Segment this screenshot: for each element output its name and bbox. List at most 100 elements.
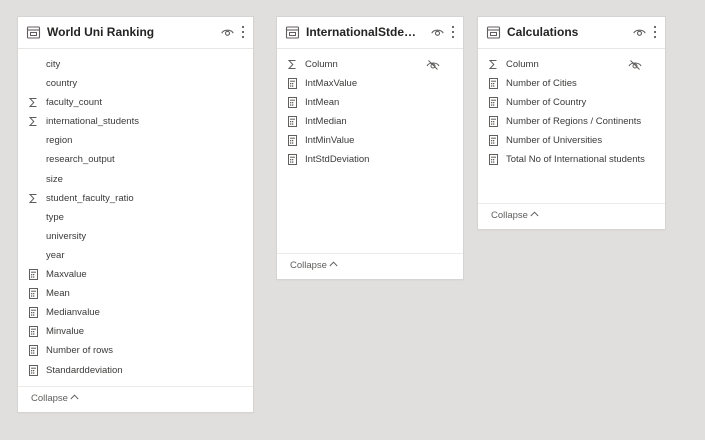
- field-item[interactable]: Column: [478, 56, 665, 75]
- more-options-icon[interactable]: [652, 25, 658, 39]
- chevron-up-icon: [70, 394, 79, 400]
- collapse-button[interactable]: Collapse: [290, 260, 338, 271]
- measure-item[interactable]: Standarddeviation: [18, 362, 253, 381]
- calculator-icon: [489, 135, 498, 147]
- calculator-icon: [288, 78, 297, 90]
- field-item[interactable]: Column: [277, 56, 463, 75]
- more-options-icon[interactable]: [450, 25, 456, 39]
- field-item[interactable]: type: [18, 209, 253, 228]
- table-title: World Uni Ranking: [47, 25, 155, 39]
- field-item[interactable]: size: [18, 171, 253, 190]
- calculator-icon: [29, 307, 38, 319]
- field-item[interactable]: faculty_count: [18, 94, 253, 113]
- card-footer: Collapse: [277, 253, 463, 279]
- field-label: Column: [305, 59, 338, 70]
- calculator-icon: [29, 288, 38, 300]
- field-label: Number of Cities: [506, 78, 577, 90]
- measure-item[interactable]: IntMean: [277, 94, 463, 113]
- field-label: student_faculty_ratio: [46, 192, 134, 204]
- calculator-icon: [29, 269, 38, 281]
- field-label: Column: [506, 59, 539, 70]
- measure-item[interactable]: Maxvalue: [18, 266, 253, 285]
- collapse-button[interactable]: Collapse: [491, 210, 539, 221]
- eye-icon[interactable]: [221, 27, 234, 37]
- eye-icon[interactable]: [431, 27, 444, 37]
- field-label: international_students: [46, 116, 139, 128]
- field-label: Number of Universities: [506, 135, 603, 147]
- collapse-button[interactable]: Collapse: [31, 393, 79, 404]
- field-label: type: [46, 211, 64, 223]
- field-label: university: [46, 230, 87, 242]
- sigma-icon: [28, 117, 37, 127]
- field-item[interactable]: international_students: [18, 113, 253, 132]
- field-item[interactable]: research_output: [18, 151, 253, 170]
- measure-item[interactable]: IntStdDeviation: [277, 151, 463, 170]
- table-card-international-students-stats[interactable]: InternationalStdentsStats Column IntMaxV…: [277, 17, 463, 279]
- field-label: Number of Regions / Continents: [506, 116, 642, 128]
- measure-item[interactable]: IntMaxValue: [277, 75, 463, 94]
- field-item[interactable]: region: [18, 132, 253, 151]
- table-card-calculations[interactable]: Calculations Column Number of Cities Num…: [478, 17, 665, 229]
- field-label: IntMinValue: [305, 135, 355, 147]
- field-label: Maxvalue: [46, 269, 87, 281]
- field-label: Total No of International students: [506, 154, 645, 166]
- calculator-icon: [489, 116, 498, 128]
- more-options-icon[interactable]: [240, 25, 246, 39]
- table-icon: [486, 26, 501, 39]
- field-item[interactable]: year: [18, 247, 253, 266]
- field-label: Minvalue: [46, 326, 85, 338]
- field-list: city country faculty_count international…: [18, 56, 253, 381]
- table-card-world-uni-ranking[interactable]: World Uni Ranking city country faculty_c…: [18, 17, 253, 412]
- measure-item[interactable]: Number of Cities: [478, 75, 665, 94]
- measure-item[interactable]: Number of Regions / Continents: [478, 113, 665, 132]
- eye-icon[interactable]: [633, 27, 646, 37]
- field-list: Column IntMaxValue IntMean IntMedian Int…: [277, 56, 463, 171]
- measure-item[interactable]: IntMedian: [277, 113, 463, 132]
- eye-off-icon[interactable]: [426, 59, 440, 71]
- calculator-icon: [288, 116, 297, 128]
- field-item[interactable]: city: [18, 56, 253, 75]
- measure-item[interactable]: IntMinValue: [277, 132, 463, 151]
- measure-item[interactable]: Total No of International students: [478, 151, 665, 170]
- calculator-icon: [288, 97, 297, 109]
- measure-item[interactable]: Minvalue: [18, 323, 253, 342]
- field-label: IntMedian: [305, 116, 347, 128]
- field-item[interactable]: university: [18, 228, 253, 247]
- field-list: Column Number of Cities Number of Countr…: [478, 56, 665, 171]
- field-item[interactable]: student_faculty_ratio: [18, 190, 253, 209]
- field-label: Standarddeviation: [46, 364, 123, 376]
- field-label: Number of rows: [46, 345, 114, 357]
- card-footer: Collapse: [18, 386, 253, 412]
- table-icon: [26, 26, 41, 39]
- field-label: Mean: [46, 288, 70, 300]
- measure-item[interactable]: Number of Universities: [478, 132, 665, 151]
- field-label: Medianvalue: [46, 307, 100, 319]
- card-header[interactable]: Calculations: [478, 17, 665, 49]
- chevron-up-icon: [530, 211, 539, 217]
- measure-item[interactable]: Number of Country: [478, 94, 665, 113]
- field-label: IntMaxValue: [305, 78, 358, 90]
- table-icon: [285, 26, 300, 39]
- field-label: region: [46, 135, 73, 147]
- field-label: IntMean: [305, 97, 340, 109]
- chevron-up-icon: [329, 261, 338, 267]
- card-header[interactable]: World Uni Ranking: [18, 17, 253, 49]
- measure-item[interactable]: Number of rows: [18, 342, 253, 361]
- measure-item[interactable]: Mean: [18, 285, 253, 304]
- collapse-label: Collapse: [290, 260, 327, 271]
- calculator-icon: [29, 326, 38, 338]
- collapse-label: Collapse: [491, 210, 528, 221]
- calculator-icon: [29, 364, 38, 376]
- field-label: research_output: [46, 154, 115, 166]
- field-label: size: [46, 173, 63, 185]
- measure-item[interactable]: Medianvalue: [18, 304, 253, 323]
- eye-off-icon[interactable]: [628, 59, 642, 71]
- sigma-icon: [488, 60, 497, 69]
- card-header[interactable]: InternationalStdentsStats: [277, 17, 463, 49]
- field-label: IntStdDeviation: [305, 154, 370, 166]
- field-item[interactable]: country: [18, 75, 253, 94]
- sigma-icon: [287, 60, 296, 69]
- field-label: faculty_count: [46, 97, 102, 109]
- calculator-icon: [489, 154, 498, 166]
- field-label: year: [46, 249, 65, 261]
